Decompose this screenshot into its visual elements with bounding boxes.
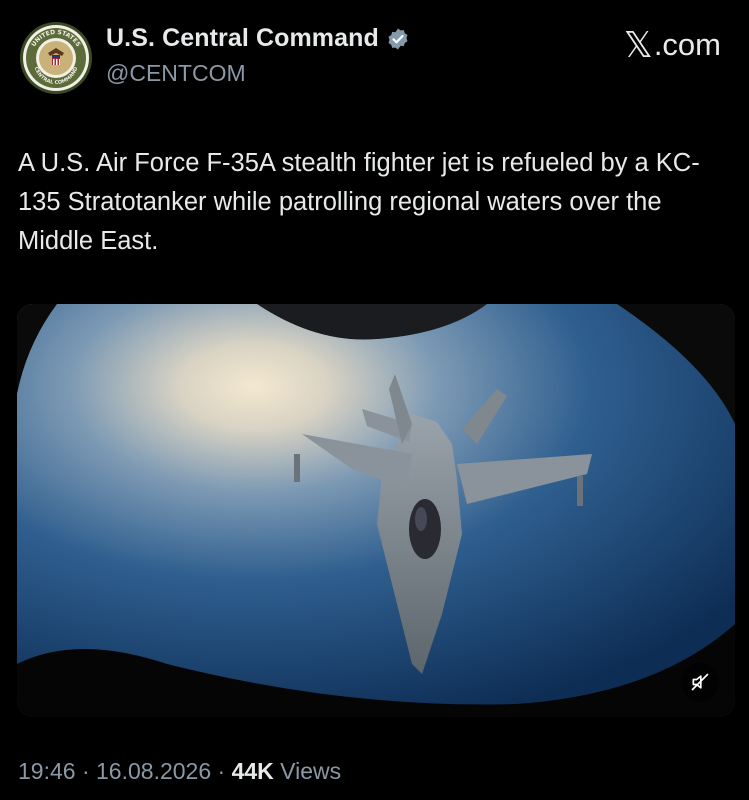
tweet-time[interactable]: 19:46 xyxy=(18,758,76,784)
x-logo-icon: 𝕏 xyxy=(623,24,653,65)
video-frame xyxy=(17,304,735,717)
display-name[interactable]: U.S. Central Command xyxy=(106,24,379,53)
verified-badge-icon xyxy=(388,28,408,49)
tweet-text: A U.S. Air Force F-35A stealth fighter j… xyxy=(18,149,700,255)
brand-domain: .com xyxy=(653,27,721,62)
tweet-date[interactable]: 16.08.2026 xyxy=(96,758,211,784)
muted-speaker-icon xyxy=(691,673,709,691)
user-handle[interactable]: @CENTCOM xyxy=(106,60,246,87)
meta-separator: · xyxy=(211,758,232,784)
tweet-header: UNITED STATES CENTRAL COMMAND U.S. Centr… xyxy=(0,0,749,110)
views-label: Views xyxy=(273,758,342,784)
mute-button[interactable] xyxy=(681,663,719,701)
centcom-seal-icon: UNITED STATES CENTRAL COMMAND xyxy=(20,22,92,94)
avatar[interactable]: UNITED STATES CENTRAL COMMAND xyxy=(20,22,92,94)
meta-separator: · xyxy=(75,758,97,784)
views-count: 44K xyxy=(231,758,274,784)
tweet-meta: 19:46 · 16.08.2026 · 44K Views xyxy=(18,758,341,785)
tweet-video[interactable] xyxy=(17,304,735,717)
x-brand-watermark: 𝕏 .com xyxy=(624,24,721,66)
name-row: U.S. Central Command xyxy=(106,24,410,53)
